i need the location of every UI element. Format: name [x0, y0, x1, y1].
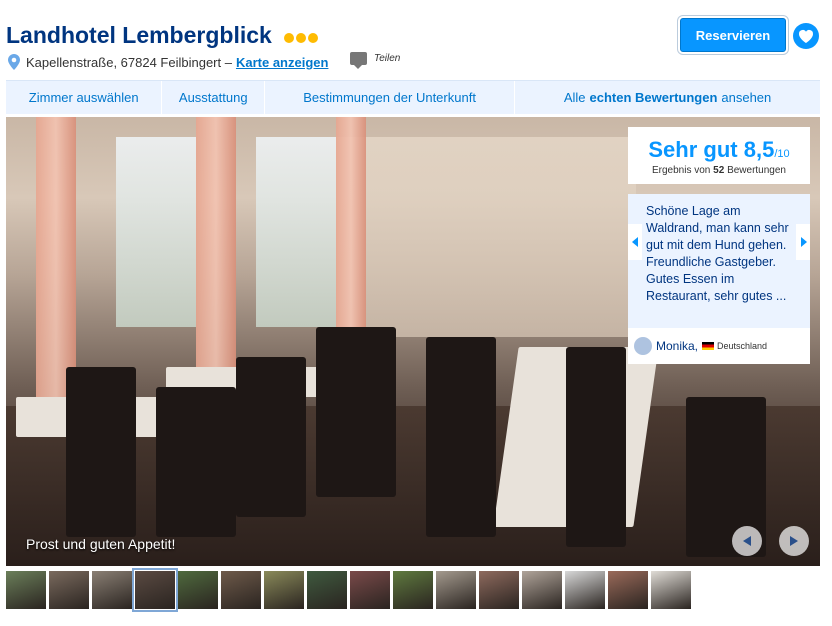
photo-curtain: [36, 117, 76, 407]
review-count: 52: [713, 165, 725, 176]
prev-review-button[interactable]: [628, 224, 642, 260]
gallery-thumbnail[interactable]: [565, 571, 605, 609]
avatar-icon: [634, 337, 652, 355]
photo-window: [116, 137, 196, 327]
gallery-thumbnail[interactable]: [264, 571, 304, 609]
gallery-thumbnail[interactable]: [393, 571, 433, 609]
photo-chair: [156, 387, 236, 537]
reviews-suffix: ansehen: [721, 90, 772, 105]
photo-chair: [426, 337, 496, 537]
favorite-button[interactable]: [793, 23, 819, 49]
reviews-prefix: Alle: [563, 90, 586, 105]
photo-chair: [316, 327, 396, 497]
prev-photo-button[interactable]: [732, 526, 762, 556]
gallery-thumbnail[interactable]: [221, 571, 261, 609]
gallery-thumbnail[interactable]: [651, 571, 691, 609]
star-rating: [284, 30, 320, 48]
score-label: Sehr gut: [648, 137, 738, 162]
hotel-title: Landhotel Lembergblick: [6, 22, 272, 48]
tab-policies[interactable]: Bestimmungen der Unterkunft: [265, 81, 516, 114]
show-map-link[interactable]: Karte anzeigen: [236, 55, 328, 70]
thumbnail-strip: [6, 568, 694, 612]
photo-chair: [236, 357, 306, 517]
star-icon: [308, 33, 318, 43]
share-button[interactable]: Teilen: [350, 52, 401, 69]
share-label: Teilen: [374, 53, 401, 64]
gallery-thumbnail[interactable]: [6, 571, 46, 609]
score-headline: Sehr gut 8,5/10: [628, 137, 810, 163]
photo-wall: [336, 137, 636, 337]
tab-rooms[interactable]: Zimmer auswählen: [6, 81, 163, 114]
triangle-right-icon: [800, 237, 807, 247]
gallery-thumbnail[interactable]: [307, 571, 347, 609]
heart-icon: [798, 29, 814, 43]
photo-curtain: [196, 117, 236, 407]
guest-review-card: Schöne Lage am Waldrand, man kann sehr g…: [628, 194, 810, 364]
tab-all-reviews[interactable]: Alle echten Bewertungen ansehen: [515, 81, 820, 114]
review-author: Monika,: [656, 339, 699, 353]
score-value: 8,5: [743, 137, 775, 162]
triangle-left-icon: [631, 237, 638, 247]
address-line: Kapellenstraße, 67824 Feilbingert – Kart…: [8, 54, 328, 70]
gallery-thumbnail[interactable]: [178, 571, 218, 609]
gallery-thumbnail[interactable]: [479, 571, 519, 609]
photo-window: [256, 137, 336, 327]
reserve-button[interactable]: Reservieren: [680, 18, 786, 52]
gallery-thumbnail[interactable]: [522, 571, 562, 609]
gallery-thumbnail[interactable]: [608, 571, 648, 609]
triangle-left-icon: [743, 536, 751, 546]
next-review-button[interactable]: [796, 224, 810, 260]
address-text: Kapellenstraße, 67824 Feilbingert –: [26, 54, 232, 70]
photo-chair: [566, 347, 626, 547]
location-pin-icon: [8, 54, 20, 70]
review-country: Deutschland: [717, 341, 768, 351]
score-summary-suffix: Bewertungen: [727, 165, 786, 176]
star-icon: [284, 33, 294, 43]
reviews-bold: echten Bewertungen: [589, 90, 718, 105]
gallery-thumbnail[interactable]: [132, 568, 178, 612]
photo-caption: Prost und guten Appetit!: [26, 536, 176, 552]
score-summary: Ergebnis von 52 Bewertungen: [628, 165, 810, 176]
photo-chair: [66, 367, 136, 537]
german-flag-icon: [702, 342, 715, 350]
star-icon: [296, 33, 306, 43]
review-text: Schöne Lage am Waldrand, man kann sehr g…: [646, 204, 789, 303]
gallery-thumbnail[interactable]: [92, 571, 132, 609]
speech-bubble-icon: [350, 52, 367, 69]
next-photo-button[interactable]: [779, 526, 809, 556]
gallery-thumbnail[interactable]: [49, 571, 89, 609]
gallery-thumbnail[interactable]: [436, 571, 476, 609]
review-score-box[interactable]: Sehr gut 8,5/10 Ergebnis von 52 Bewertun…: [628, 127, 810, 184]
gallery-thumbnail[interactable]: [350, 571, 390, 609]
hotel-nav-bar: Zimmer auswählen Ausstattung Bestimmunge…: [6, 80, 820, 114]
tab-facilities[interactable]: Ausstattung: [162, 81, 266, 114]
score-max: /10: [774, 148, 790, 160]
triangle-right-icon: [790, 536, 798, 546]
score-summary-prefix: Ergebnis von: [652, 165, 711, 176]
review-author-row: Monika, Deutschland: [628, 328, 810, 364]
